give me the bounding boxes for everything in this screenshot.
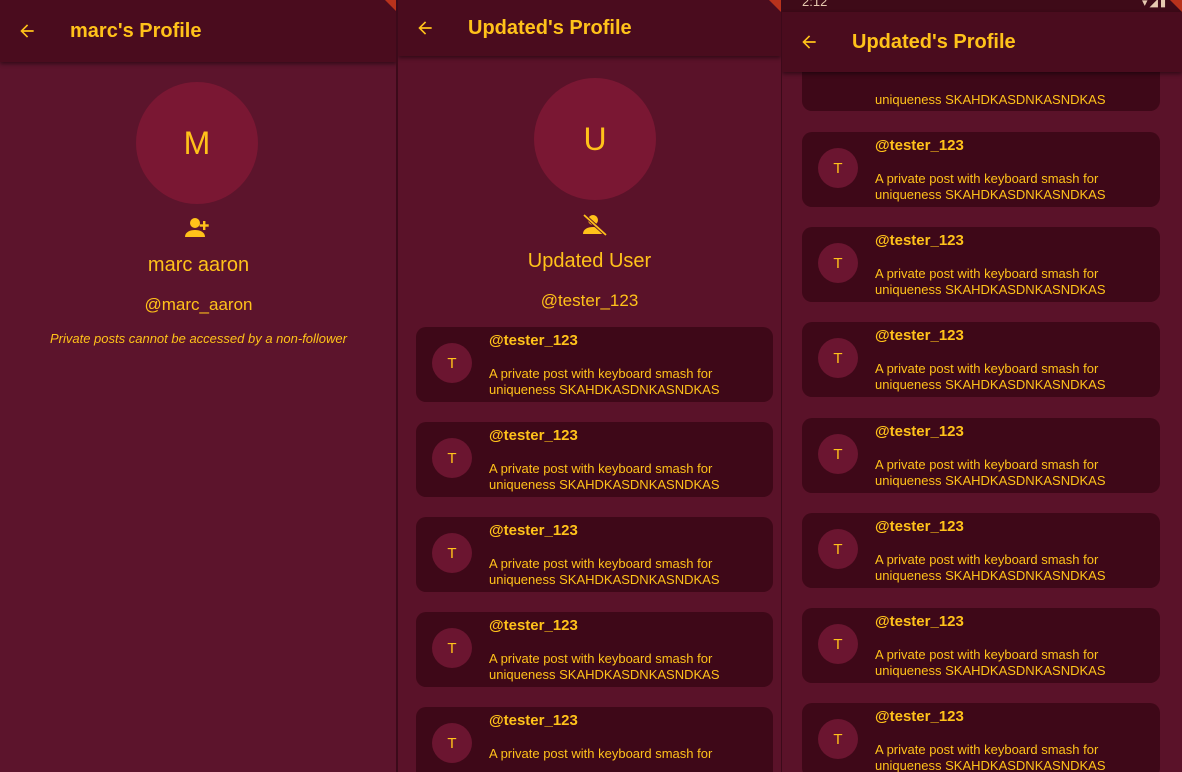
post-text: A private post with keyboard smash for u…: [489, 366, 720, 397]
post-avatar: T: [818, 243, 858, 283]
app-bar: marc's Profile: [0, 0, 397, 62]
post-text: A private post with keyboard smash for u…: [875, 742, 1106, 772]
profile-screen-updated: Updated's Profile U Updated User @tester…: [398, 0, 781, 772]
username-handle: @tester_123: [540, 291, 639, 310]
post-username: @tester_123: [489, 617, 578, 634]
post-username: @tester_123: [489, 332, 578, 349]
person-off-icon[interactable]: [582, 214, 608, 236]
back-button[interactable]: [782, 32, 836, 52]
post-card[interactable]: T @tester_123 A private post with keyboa…: [802, 608, 1160, 683]
post-text: uniqueness SKAHDKASDNKASNDKAS: [875, 92, 1106, 107]
post-text: A private post with keyboard smash for u…: [489, 461, 720, 492]
avatar: M: [136, 82, 258, 204]
back-button[interactable]: [0, 21, 54, 41]
post-avatar: T: [818, 148, 858, 188]
post-text: A private post with keyboard smash for: [489, 746, 713, 761]
post-username: @tester_123: [875, 518, 964, 535]
battery-icon: ▮: [1159, 0, 1168, 9]
post-card[interactable]: T @tester_123 A private post with keyboa…: [802, 703, 1160, 772]
private-posts-notice: Private posts cannot be accessed by a no…: [49, 331, 347, 346]
display-name: marc aaron: [147, 254, 250, 276]
arrow-back-icon: [418, 21, 432, 35]
post-card[interactable]: T @tester_123 A private post with keyboa…: [802, 322, 1160, 397]
status-icons: ▾◢▮: [1142, 0, 1168, 9]
post-username: @tester_123: [489, 522, 578, 539]
post-text: A private post with keyboard smash for u…: [875, 171, 1106, 202]
arrow-back-icon: [802, 35, 816, 49]
debug-banner: [1170, 0, 1182, 12]
post-avatar: T: [432, 533, 472, 573]
avatar: U: [534, 78, 656, 200]
page-title: Updated's Profile: [468, 16, 632, 39]
post-avatar: T: [818, 338, 858, 378]
arrow-back-icon: [20, 24, 34, 38]
status-time: 2:12: [802, 0, 828, 9]
post-card[interactable]: T @tester_123 A private post with keyboa…: [802, 418, 1160, 493]
post-avatar: T: [432, 438, 472, 478]
post-avatar: T: [432, 723, 472, 763]
post-username: @tester_123: [875, 232, 964, 249]
display-name: Updated User: [527, 250, 652, 272]
username-handle: @marc_aaron: [144, 295, 253, 314]
status-bar: 2:12 ▾◢▮: [782, 0, 1182, 12]
post-card[interactable]: T @tester_123 A private post with keyboa…: [416, 517, 773, 592]
back-button[interactable]: [398, 18, 452, 38]
profile-screen-updated-scrolled: uniqueness SKAHDKASDNKASNDKAS T @tester_…: [782, 0, 1182, 772]
post-username: @tester_123: [489, 427, 578, 444]
debug-banner: [769, 0, 781, 12]
post-card[interactable]: T @tester_123 A private post with keyboa…: [416, 422, 773, 497]
post-card[interactable]: T @tester_123 A private post with keyboa…: [802, 227, 1160, 302]
post-text: A private post with keyboard smash for u…: [875, 361, 1106, 392]
post-text: A private post with keyboard smash for u…: [875, 457, 1106, 488]
app-bar: Updated's Profile: [782, 12, 1182, 72]
post-card[interactable]: T @tester_123 A private post with keyboa…: [416, 612, 773, 687]
post-card[interactable]: T @tester_123 A private post with keyboa…: [416, 707, 773, 772]
post-avatar: T: [818, 529, 858, 569]
post-text: A private post with keyboard smash for u…: [489, 556, 720, 587]
post-card[interactable]: T @tester_123 A private post with keyboa…: [416, 327, 773, 402]
post-username: @tester_123: [875, 708, 964, 725]
app-bar: Updated's Profile: [398, 0, 781, 56]
post-username: @tester_123: [489, 712, 578, 729]
post-text: A private post with keyboard smash for u…: [875, 266, 1106, 297]
signal-icon: ◢: [1149, 0, 1160, 9]
post-username: @tester_123: [875, 423, 964, 440]
post-text: A private post with keyboard smash for u…: [489, 651, 720, 682]
post-avatar: T: [432, 343, 472, 383]
post-avatar: T: [818, 719, 858, 759]
profile-screen-marc: marc's Profile M marc aaron @marc_aaron …: [0, 0, 397, 772]
post-card[interactable]: T @tester_123 A private post with keyboa…: [802, 513, 1160, 588]
post-username: @tester_123: [875, 137, 964, 154]
post-username: @tester_123: [875, 327, 964, 344]
person-add-icon[interactable]: [184, 217, 210, 239]
post-card[interactable]: T @tester_123 A private post with keyboa…: [802, 132, 1160, 207]
post-text: A private post with keyboard smash for u…: [875, 647, 1106, 678]
post-text: A private post with keyboard smash for u…: [875, 552, 1106, 583]
post-avatar: T: [432, 628, 472, 668]
post-username: @tester_123: [875, 613, 964, 630]
page-title: marc's Profile: [70, 19, 202, 42]
page-title: Updated's Profile: [852, 30, 1016, 53]
post-avatar: T: [818, 434, 858, 474]
post-avatar: T: [818, 624, 858, 664]
